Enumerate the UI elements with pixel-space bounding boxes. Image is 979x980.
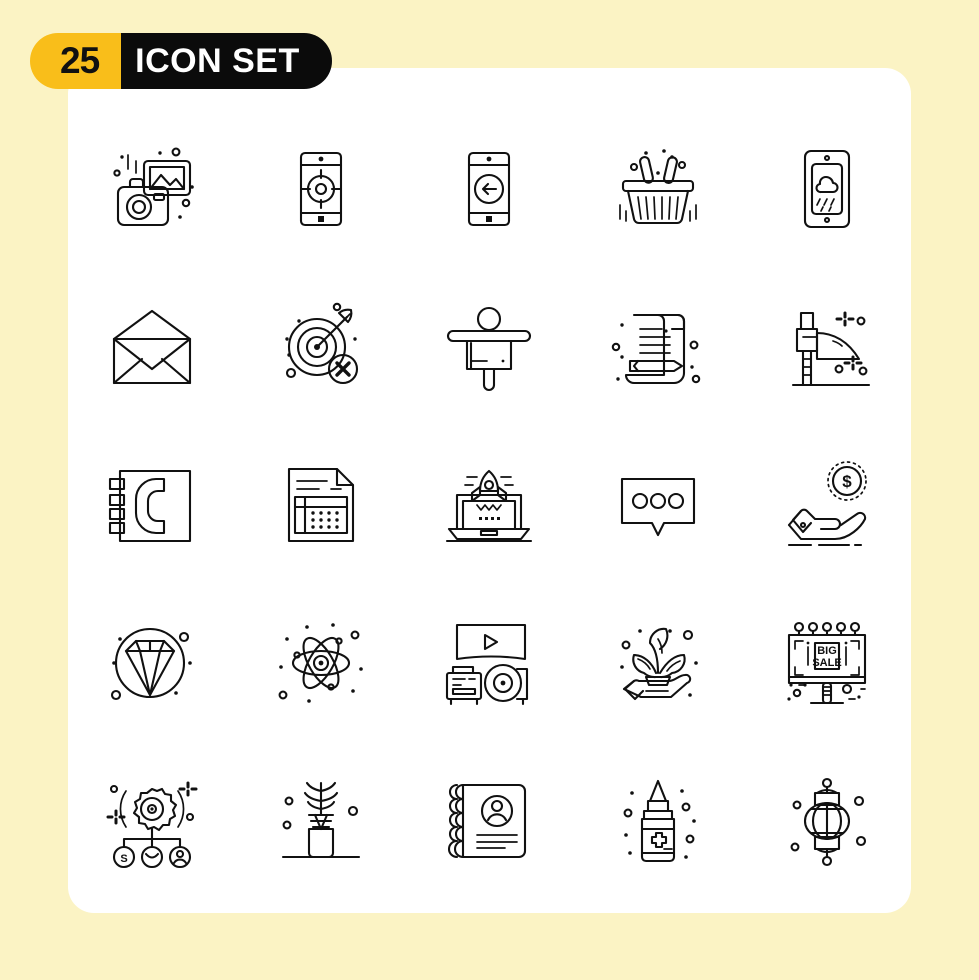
badge-count: 25: [30, 33, 122, 89]
icon-cell-camera-photo[interactable]: [68, 110, 237, 268]
hand-plant-icon: [620, 627, 698, 701]
icon-cell-diamond[interactable]: [68, 584, 237, 742]
icon-cell-plant-vase[interactable]: [237, 742, 406, 900]
shopping-basket-icon: [619, 149, 697, 225]
icon-cell-scarecrow[interactable]: [405, 268, 574, 426]
icon-cell-flag[interactable]: [742, 268, 911, 426]
scarecrow-icon: [447, 306, 532, 391]
camera-photo-icon: [113, 147, 195, 227]
medicine-bottle-icon: [623, 779, 696, 863]
icon-cell-laptop-rocket[interactable]: [405, 426, 574, 584]
billboard-big-sale-icon: BIG SALE: [787, 621, 866, 705]
icon-cell-medicine-bottle[interactable]: [574, 742, 743, 900]
diamond-icon: [111, 627, 193, 701]
icon-cell-chat[interactable]: [574, 426, 743, 584]
coin-dollar-symbol: $: [842, 472, 852, 491]
icon-cell-lantern[interactable]: [742, 742, 911, 900]
icon-cell-phone-book[interactable]: [68, 426, 237, 584]
projector-screen-icon: [446, 623, 529, 706]
plant-vase-icon: [281, 781, 360, 859]
atom-icon: [278, 623, 363, 703]
billboard-line-2: SALE: [812, 657, 841, 669]
icon-cell-basket[interactable]: [574, 110, 743, 268]
contact-notebook-icon: [448, 783, 527, 859]
chat-bubble-icon: [621, 477, 696, 537]
icon-set-badge: 25 ICON SET: [30, 33, 332, 89]
icon-cell-target-miss[interactable]: [237, 268, 406, 426]
billboard-line-1: BIG: [817, 645, 837, 657]
icon-cell-scroll-pencil[interactable]: [574, 268, 743, 426]
icon-cell-mobile-weather[interactable]: [742, 110, 911, 268]
target-miss-icon: [285, 302, 358, 385]
icon-cell-envelope[interactable]: [68, 268, 237, 426]
mobile-back-arrow-icon: [468, 151, 511, 227]
lantern-icon: [790, 777, 866, 867]
icon-cell-contact-notebook[interactable]: [405, 742, 574, 900]
icon-cell-spreadsheet[interactable]: [237, 426, 406, 584]
laptop-rocket-icon: [446, 469, 533, 543]
flag-pole-icon: [791, 311, 870, 387]
open-envelope-icon: [113, 309, 192, 385]
mobile-weather-icon: [803, 149, 850, 229]
icon-cell-mobile-target[interactable]: [237, 110, 406, 268]
hand-dollar-coin-icon: $: [787, 461, 867, 547]
scroll-pencil-icon: [611, 313, 701, 385]
badge-title: ICON SET: [121, 33, 332, 89]
icon-cell-mobile-back[interactable]: [405, 110, 574, 268]
icon-cell-hand-plant[interactable]: [574, 584, 743, 742]
icon-cell-billboard[interactable]: BIG SALE: [742, 584, 911, 742]
icon-set-page: 25 ICON SET $ BIG SALE S: [0, 0, 979, 980]
icon-cell-atom[interactable]: [237, 584, 406, 742]
node-currency-symbol: S: [121, 853, 128, 865]
icon-cell-gear-network[interactable]: S: [68, 742, 237, 900]
phone-book-icon: [109, 469, 192, 543]
mobile-target-icon: [299, 151, 342, 227]
icon-grid: $ BIG SALE S: [68, 110, 911, 900]
icon-cell-projector[interactable]: [405, 584, 574, 742]
gear-network-icon: S: [106, 781, 198, 869]
spreadsheet-icon: [287, 467, 354, 543]
icon-cell-hand-coin[interactable]: $: [742, 426, 911, 584]
